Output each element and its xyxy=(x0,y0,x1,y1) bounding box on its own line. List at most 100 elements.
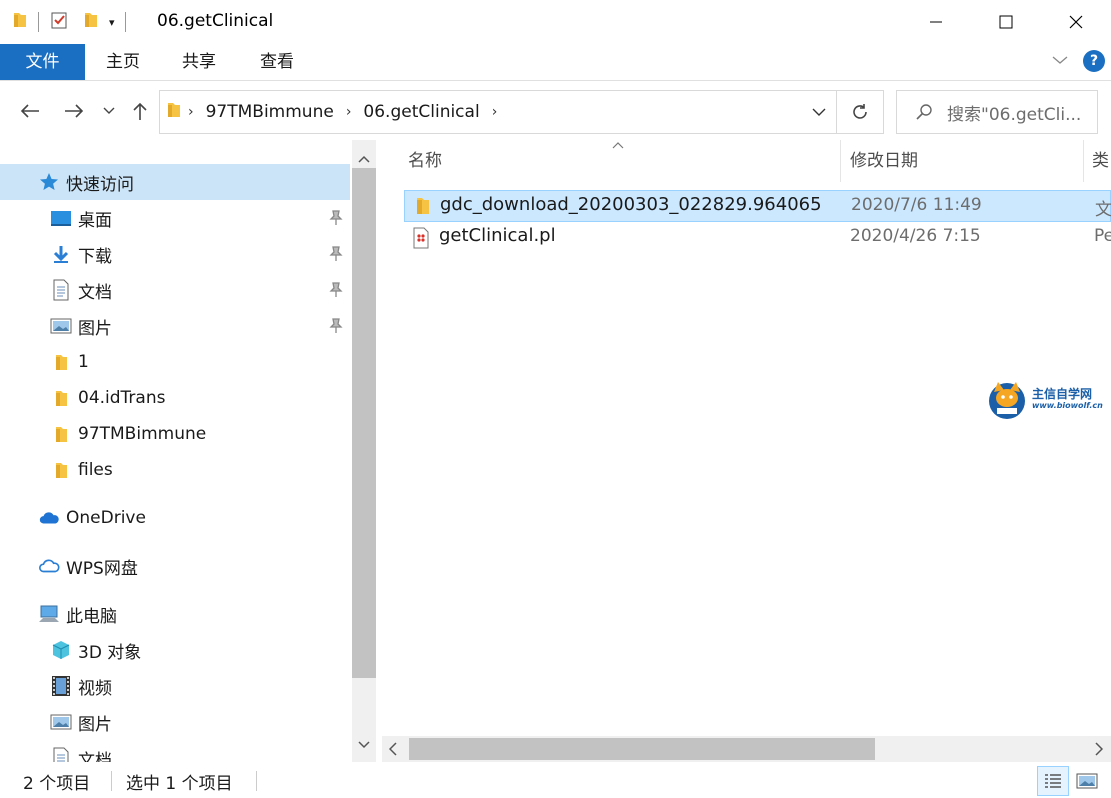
search-icon xyxy=(916,104,932,120)
document-icon xyxy=(50,747,72,762)
sidebar-item-wps-cloud[interactable]: WPS网盘 xyxy=(0,548,350,584)
chevron-down-icon xyxy=(812,108,825,116)
window-title: 06.getClinical xyxy=(157,11,274,31)
folder-icon xyxy=(50,387,72,409)
search-box[interactable]: 搜索"06.getCli... xyxy=(896,90,1098,134)
folder-icon xyxy=(413,196,433,216)
pin-icon[interactable] xyxy=(329,318,343,339)
folder-icon[interactable] xyxy=(12,11,28,34)
sidebar-item-quick-access[interactable]: 快速访问 xyxy=(0,164,350,200)
perl-file-icon xyxy=(412,227,432,249)
breadcrumb-segment[interactable]: 97TMBimmune xyxy=(200,102,340,122)
sidebar-item-onedrive[interactable]: OneDrive xyxy=(0,500,350,536)
sidebar-item-folder-1[interactable]: 1 xyxy=(0,344,350,380)
title-bar: ▾ 06.getClinical xyxy=(0,0,1111,44)
tab-home[interactable]: 主页 xyxy=(92,44,154,80)
sidebar-item-pc-documents[interactable]: 文档 xyxy=(0,740,350,762)
new-folder-icon[interactable] xyxy=(83,11,99,34)
properties-icon[interactable] xyxy=(49,10,69,35)
column-divider[interactable] xyxy=(840,140,841,182)
file-date: 2020/7/6 11:49 xyxy=(851,195,982,215)
sidebar-scrollbar-thumb[interactable] xyxy=(352,168,376,678)
pin-icon[interactable] xyxy=(329,210,343,231)
folder-icon xyxy=(50,459,72,481)
up-button[interactable] xyxy=(128,99,152,123)
quick-access-toolbar: ▾ xyxy=(0,0,136,44)
status-divider xyxy=(256,771,257,791)
scroll-up-icon[interactable] xyxy=(358,148,370,168)
status-bar: 2 个项目 选中 1 个项目 xyxy=(0,762,1111,798)
help-icon[interactable]: ? xyxy=(1083,50,1105,72)
wolf-logo-icon xyxy=(989,382,1025,419)
tab-share[interactable]: 共享 xyxy=(168,44,230,80)
file-row[interactable]: gdc_download_20200303_022829.964065 2020… xyxy=(404,190,1111,222)
address-bar[interactable]: › 97TMBimmune › 06.getClinical › xyxy=(159,90,837,134)
column-header-name[interactable]: 名称 xyxy=(408,140,442,182)
watermark-url: www.biowolf.cn xyxy=(1032,401,1103,410)
file-date: 2020/4/26 7:15 xyxy=(850,226,981,246)
item-count: 2 个项目 xyxy=(23,774,91,794)
maximize-button[interactable] xyxy=(971,0,1041,44)
arrow-up-icon xyxy=(133,102,147,120)
breadcrumb-chevron-icon[interactable]: › xyxy=(340,104,358,120)
large-icons-view-button[interactable] xyxy=(1071,766,1103,796)
file-type: 文 xyxy=(1095,200,1111,220)
scroll-down-icon[interactable] xyxy=(358,734,370,754)
sidebar-item-idtrans[interactable]: 04.idTrans xyxy=(0,380,350,416)
tab-file[interactable]: 文件 xyxy=(0,44,85,80)
pin-icon[interactable] xyxy=(329,282,343,303)
minimize-button[interactable] xyxy=(901,0,971,44)
address-dropdown-button[interactable] xyxy=(800,90,837,134)
star-icon xyxy=(38,171,60,193)
sidebar-item-videos[interactable]: 视频 xyxy=(0,668,350,704)
column-divider[interactable] xyxy=(1083,140,1084,182)
sidebar-item-pictures[interactable]: 图片 xyxy=(0,308,350,344)
breadcrumb-chevron-icon[interactable]: › xyxy=(486,104,504,120)
column-header-date[interactable]: 修改日期 xyxy=(850,140,918,182)
breadcrumb-chevron-icon[interactable]: › xyxy=(182,104,200,120)
arrow-right-icon xyxy=(65,104,84,118)
arrow-left-icon xyxy=(20,104,39,118)
status-divider xyxy=(111,771,112,791)
sidebar-scrollbar[interactable] xyxy=(352,140,376,762)
scroll-left-icon[interactable] xyxy=(388,741,397,761)
sidebar-item-this-pc[interactable]: 此电脑 xyxy=(0,596,350,632)
refresh-button[interactable] xyxy=(837,90,884,134)
file-name: getClinical.pl xyxy=(439,225,556,246)
toolbar-separator xyxy=(124,12,126,32)
file-row[interactable]: getClinical.pl 2020/4/26 7:15 Pe xyxy=(404,222,1111,254)
file-type: Pe xyxy=(1094,226,1111,246)
sidebar-item-pc-pictures[interactable]: 图片 xyxy=(0,704,350,740)
tab-view[interactable]: 查看 xyxy=(246,44,308,80)
scroll-right-icon[interactable] xyxy=(1095,741,1104,761)
watermark-title: 主信自学网 xyxy=(1032,387,1093,401)
file-name: gdc_download_20200303_022829.964065 xyxy=(440,194,822,215)
file-list-horizontal-scrollbar[interactable] xyxy=(382,736,1111,762)
close-button[interactable] xyxy=(1041,0,1111,44)
details-view-button[interactable] xyxy=(1037,766,1069,796)
forward-button[interactable] xyxy=(62,99,86,123)
maximize-icon xyxy=(999,15,1013,29)
sidebar-item-desktop[interactable]: 桌面 xyxy=(0,200,350,236)
chevron-down-icon xyxy=(103,107,115,114)
expand-ribbon-chevron-down-icon[interactable] xyxy=(1051,51,1069,71)
computer-icon xyxy=(38,603,60,625)
pin-icon[interactable] xyxy=(329,246,343,267)
details-view-icon xyxy=(1045,774,1061,788)
recent-locations-button[interactable] xyxy=(102,99,116,123)
sidebar-item-files[interactable]: files xyxy=(0,452,350,488)
breadcrumb-segment[interactable]: 06.getClinical xyxy=(357,102,485,122)
sidebar-item-downloads[interactable]: 下载 xyxy=(0,236,350,272)
watermark-logo: 主信自学网 www.biowolf.cn xyxy=(986,378,1103,420)
sidebar-item-documents[interactable]: 文档 xyxy=(0,272,350,308)
large-icons-view-icon xyxy=(1076,773,1098,789)
sidebar-item-97tmbimmune[interactable]: 97TMBimmune xyxy=(0,416,350,452)
back-button[interactable] xyxy=(18,99,42,123)
ribbon-tabs: 文件 主页 共享 查看 ? xyxy=(0,44,1111,81)
horizontal-scrollbar-thumb[interactable] xyxy=(409,738,875,760)
sidebar-item-3d-objects[interactable]: 3D 对象 xyxy=(0,632,350,668)
navigation-pane: 快速访问 桌面 下载 文档 图片 1 04.idTrans 97TMBimmun… xyxy=(0,140,376,762)
customize-toolbar-chevron-down-icon[interactable]: ▾ xyxy=(109,16,115,29)
document-icon xyxy=(50,279,72,301)
column-header-type[interactable]: 类 xyxy=(1092,140,1109,182)
